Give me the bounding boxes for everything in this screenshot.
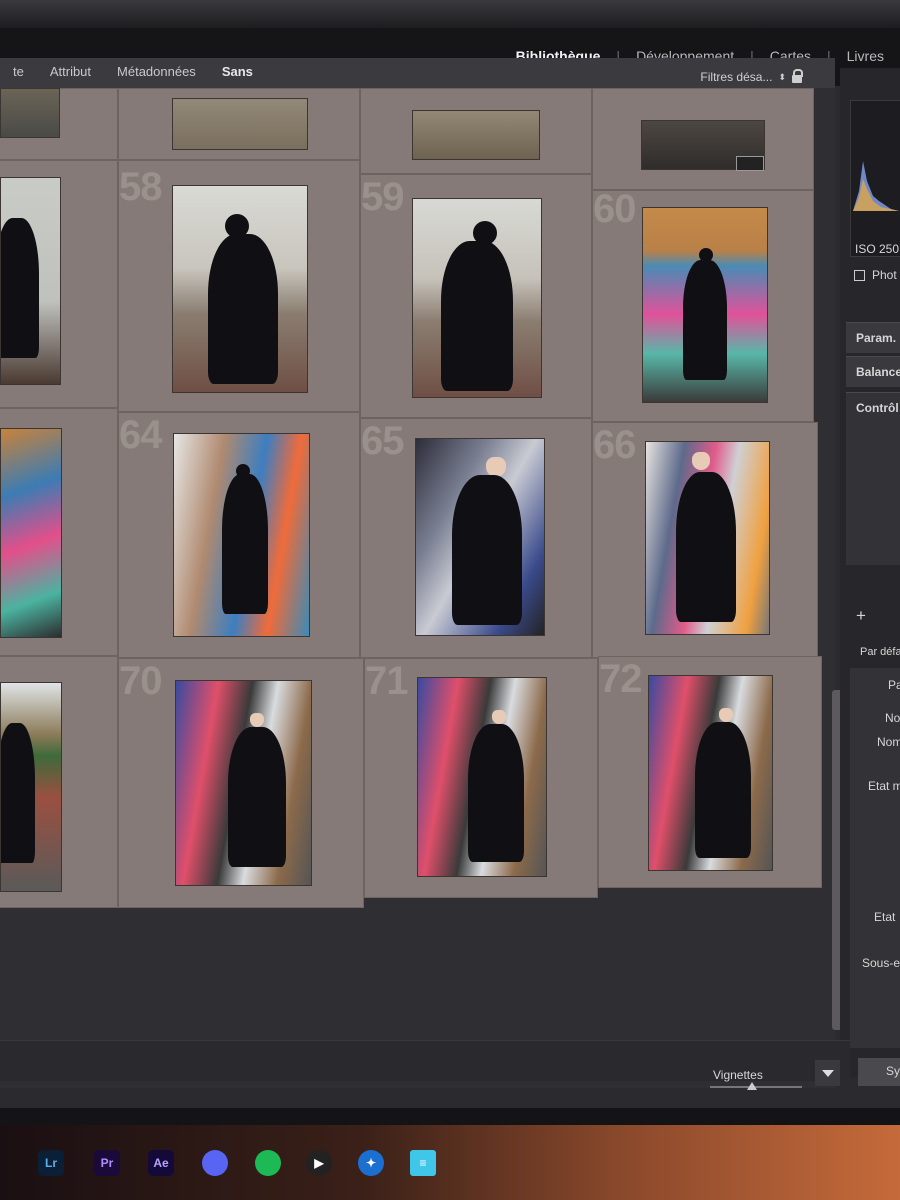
dropdown-icon: ⬍ bbox=[778, 71, 786, 82]
cell-number: 71 bbox=[365, 659, 408, 703]
filters-status-label: Filtres désa... bbox=[700, 70, 773, 84]
cell-number: 60 bbox=[593, 190, 636, 231]
module-books[interactable]: Livres bbox=[831, 48, 900, 64]
meta-field-label: Etat bbox=[874, 910, 896, 924]
thumbnail[interactable] bbox=[645, 441, 770, 635]
metadata-panel bbox=[850, 668, 900, 1048]
thumbnail[interactable] bbox=[0, 682, 62, 892]
thumbnail[interactable] bbox=[417, 677, 547, 877]
histogram-graph bbox=[853, 161, 899, 211]
thumbnails-label: Vignettes bbox=[713, 1068, 763, 1082]
after-effects-icon[interactable]: Ae bbox=[148, 1150, 174, 1176]
thumbnail[interactable] bbox=[0, 88, 60, 138]
cell-number: 64 bbox=[119, 413, 162, 457]
thumbnail[interactable] bbox=[0, 428, 62, 638]
checkbox-icon[interactable] bbox=[854, 270, 865, 281]
section-params[interactable]: Param. bbox=[856, 331, 896, 345]
premiere-icon[interactable]: Pr bbox=[94, 1150, 120, 1176]
thumbnail[interactable] bbox=[172, 185, 308, 393]
taskbar bbox=[0, 1125, 900, 1200]
thumbnail[interactable] bbox=[173, 433, 310, 637]
panel-section[interactable] bbox=[846, 392, 900, 565]
monitor-bezel bbox=[0, 0, 900, 30]
filter-tab-text[interactable]: te bbox=[0, 64, 37, 79]
slider-knob[interactable] bbox=[747, 1082, 757, 1090]
thumbnail[interactable] bbox=[648, 675, 773, 871]
meta-field-label: Etat m bbox=[868, 779, 900, 793]
preset-dropdown[interactable]: Par défa bbox=[860, 646, 900, 658]
cell-number: 65 bbox=[361, 419, 404, 463]
meta-field-label: Sous-e bbox=[862, 956, 900, 970]
cell-number: 59 bbox=[361, 175, 404, 219]
lightroom-icon[interactable]: Lr bbox=[38, 1150, 64, 1176]
filter-tabs: te Attribut Métadonnées Sans bbox=[0, 64, 266, 79]
meta-field-label: Nom bbox=[877, 735, 900, 749]
sync-button-label: Sy bbox=[886, 1064, 900, 1078]
thumbnail[interactable] bbox=[415, 438, 545, 636]
cell-number: 72 bbox=[599, 657, 642, 701]
thumbnail[interactable] bbox=[412, 110, 540, 160]
notepad-icon[interactable]: ≡ bbox=[410, 1150, 436, 1176]
app-icon[interactable]: ✦ bbox=[358, 1150, 384, 1176]
cell-number: 70 bbox=[119, 659, 162, 703]
section-white-balance[interactable]: Balance bbox=[856, 365, 900, 379]
filters-status[interactable]: Filtres désa... ⬍ bbox=[700, 69, 803, 84]
filter-tab-attribute[interactable]: Attribut bbox=[37, 64, 104, 79]
meta-field-label: No bbox=[885, 711, 900, 725]
iso-readout: ISO 250 bbox=[855, 242, 900, 256]
discord-icon[interactable] bbox=[202, 1150, 228, 1176]
thumbnail[interactable] bbox=[412, 198, 542, 398]
lock-icon[interactable] bbox=[792, 69, 803, 83]
histogram bbox=[850, 100, 900, 257]
meta-field-label: Pa bbox=[888, 678, 900, 692]
section-controls[interactable]: Contrôl bbox=[856, 401, 899, 415]
thumbnail-badge-icon bbox=[736, 156, 764, 171]
media-player-icon[interactable]: ▶ bbox=[306, 1150, 332, 1176]
filter-tab-metadata[interactable]: Métadonnées bbox=[104, 64, 209, 79]
filter-tab-none[interactable]: Sans bbox=[209, 64, 266, 79]
cell-number: 66 bbox=[593, 423, 636, 467]
toolbar-dropdown-button[interactable] bbox=[815, 1060, 840, 1086]
cell-number: 58 bbox=[119, 165, 162, 209]
thumbnail[interactable] bbox=[642, 207, 768, 403]
thumbnail[interactable] bbox=[0, 177, 61, 385]
spotify-icon[interactable] bbox=[255, 1150, 281, 1176]
add-icon[interactable]: + bbox=[856, 606, 866, 626]
photo-checkbox-label[interactable]: Phot bbox=[872, 268, 897, 282]
thumbnail[interactable] bbox=[175, 680, 312, 886]
thumbnail[interactable] bbox=[172, 98, 308, 150]
